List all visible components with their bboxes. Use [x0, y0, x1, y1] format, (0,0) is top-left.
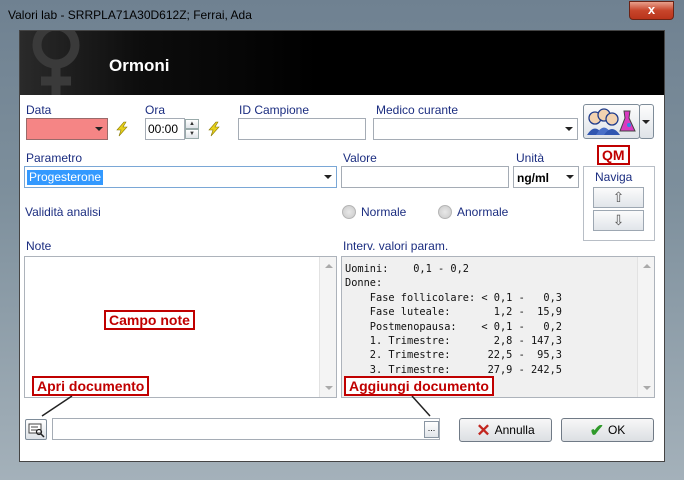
radio-anormale-label[interactable]: Anormale	[457, 205, 508, 219]
ranges-label: Interv. valori param.	[343, 239, 449, 253]
venus-icon	[32, 31, 80, 95]
id-campione-label: ID Campione	[239, 103, 310, 117]
document-path-field[interactable]	[52, 418, 440, 440]
lightning-icon[interactable]	[114, 121, 130, 137]
cancel-label: Annulla	[494, 423, 535, 437]
title-bar[interactable]: Valori lab - SRRPLA71A30D612Z; Ferrai, A…	[0, 0, 684, 30]
chevron-down-icon[interactable]	[324, 175, 332, 179]
annotation-apri-documento: Apri documento	[32, 376, 150, 396]
annotation-campo-note: Campo note	[104, 310, 195, 330]
chevron-down-icon[interactable]	[565, 127, 573, 131]
people-menu-dropdown[interactable]	[639, 104, 654, 139]
x-icon: ✕	[476, 420, 491, 440]
time-spinner[interactable]: ▲ ▼	[185, 119, 199, 139]
time-field[interactable]: 00:00	[145, 118, 185, 140]
data-label: Data	[26, 103, 52, 117]
open-document-button[interactable]	[25, 419, 47, 440]
section-header: Ormoni	[20, 31, 664, 95]
ora-label: Ora	[145, 103, 166, 117]
notes-scrollbar[interactable]	[319, 257, 336, 397]
unita-label: Unità	[516, 151, 545, 165]
unit-value: ng/ml	[517, 171, 549, 185]
note-label: Note	[26, 239, 52, 253]
radio-normale-label[interactable]: Normale	[361, 205, 406, 219]
doctor-select[interactable]	[373, 118, 578, 140]
valore-label: Valore	[343, 151, 377, 165]
value-field[interactable]	[341, 166, 509, 188]
checkmark-icon: ✔	[589, 420, 604, 440]
radio-normale[interactable]	[342, 205, 356, 219]
browse-button[interactable]: ...	[424, 421, 439, 438]
lightning-icon[interactable]	[206, 121, 222, 137]
ok-button[interactable]: ✔ OK	[561, 418, 654, 442]
ranges-text: Uomini: 0,1 - 0,2 Donne: Fase follicolar…	[345, 263, 562, 376]
radio-anormale[interactable]	[438, 205, 452, 219]
annotation-arrow-add	[411, 395, 431, 417]
chevron-down-icon[interactable]	[566, 175, 574, 179]
parametro-label: Parametro	[26, 151, 83, 165]
spin-up-icon[interactable]: ▲	[185, 119, 199, 129]
sample-id-field[interactable]	[238, 118, 366, 140]
cancel-button[interactable]: ✕ Annulla	[459, 418, 552, 442]
annotation-qm: QM	[597, 145, 630, 165]
open-document-icon	[28, 423, 45, 438]
spin-down-icon[interactable]: ▼	[185, 129, 199, 139]
people-flask-icon	[587, 108, 636, 135]
navigation-panel: Naviga ⇧ ⇩	[583, 166, 655, 241]
navigate-down-button[interactable]: ⇩	[593, 210, 644, 231]
close-button[interactable]: x	[629, 1, 674, 20]
validita-label: Validità analisi	[25, 205, 101, 219]
parameter-select[interactable]: Progesterone	[24, 166, 337, 188]
page-title: Ormoni	[109, 56, 170, 75]
people-lab-button[interactable]	[583, 104, 640, 139]
annotation-aggiungi-documento: Aggiungi documento	[344, 376, 494, 396]
parameter-value: Progesterone	[27, 170, 104, 185]
chevron-down-icon[interactable]	[642, 120, 650, 124]
naviga-label: Naviga	[595, 170, 633, 184]
window-title: Valori lab - SRRPLA71A30D612Z; Ferrai, A…	[8, 8, 252, 22]
ranges-scrollbar[interactable]	[637, 257, 654, 397]
annotation-arrow-open	[41, 395, 73, 417]
medico-label: Medico curante	[376, 103, 459, 117]
unit-select[interactable]: ng/ml	[513, 166, 579, 188]
navigate-up-button[interactable]: ⇧	[593, 187, 644, 208]
date-field[interactable]	[26, 118, 108, 140]
chevron-down-icon[interactable]	[95, 127, 103, 131]
ok-label: OK	[607, 423, 626, 437]
